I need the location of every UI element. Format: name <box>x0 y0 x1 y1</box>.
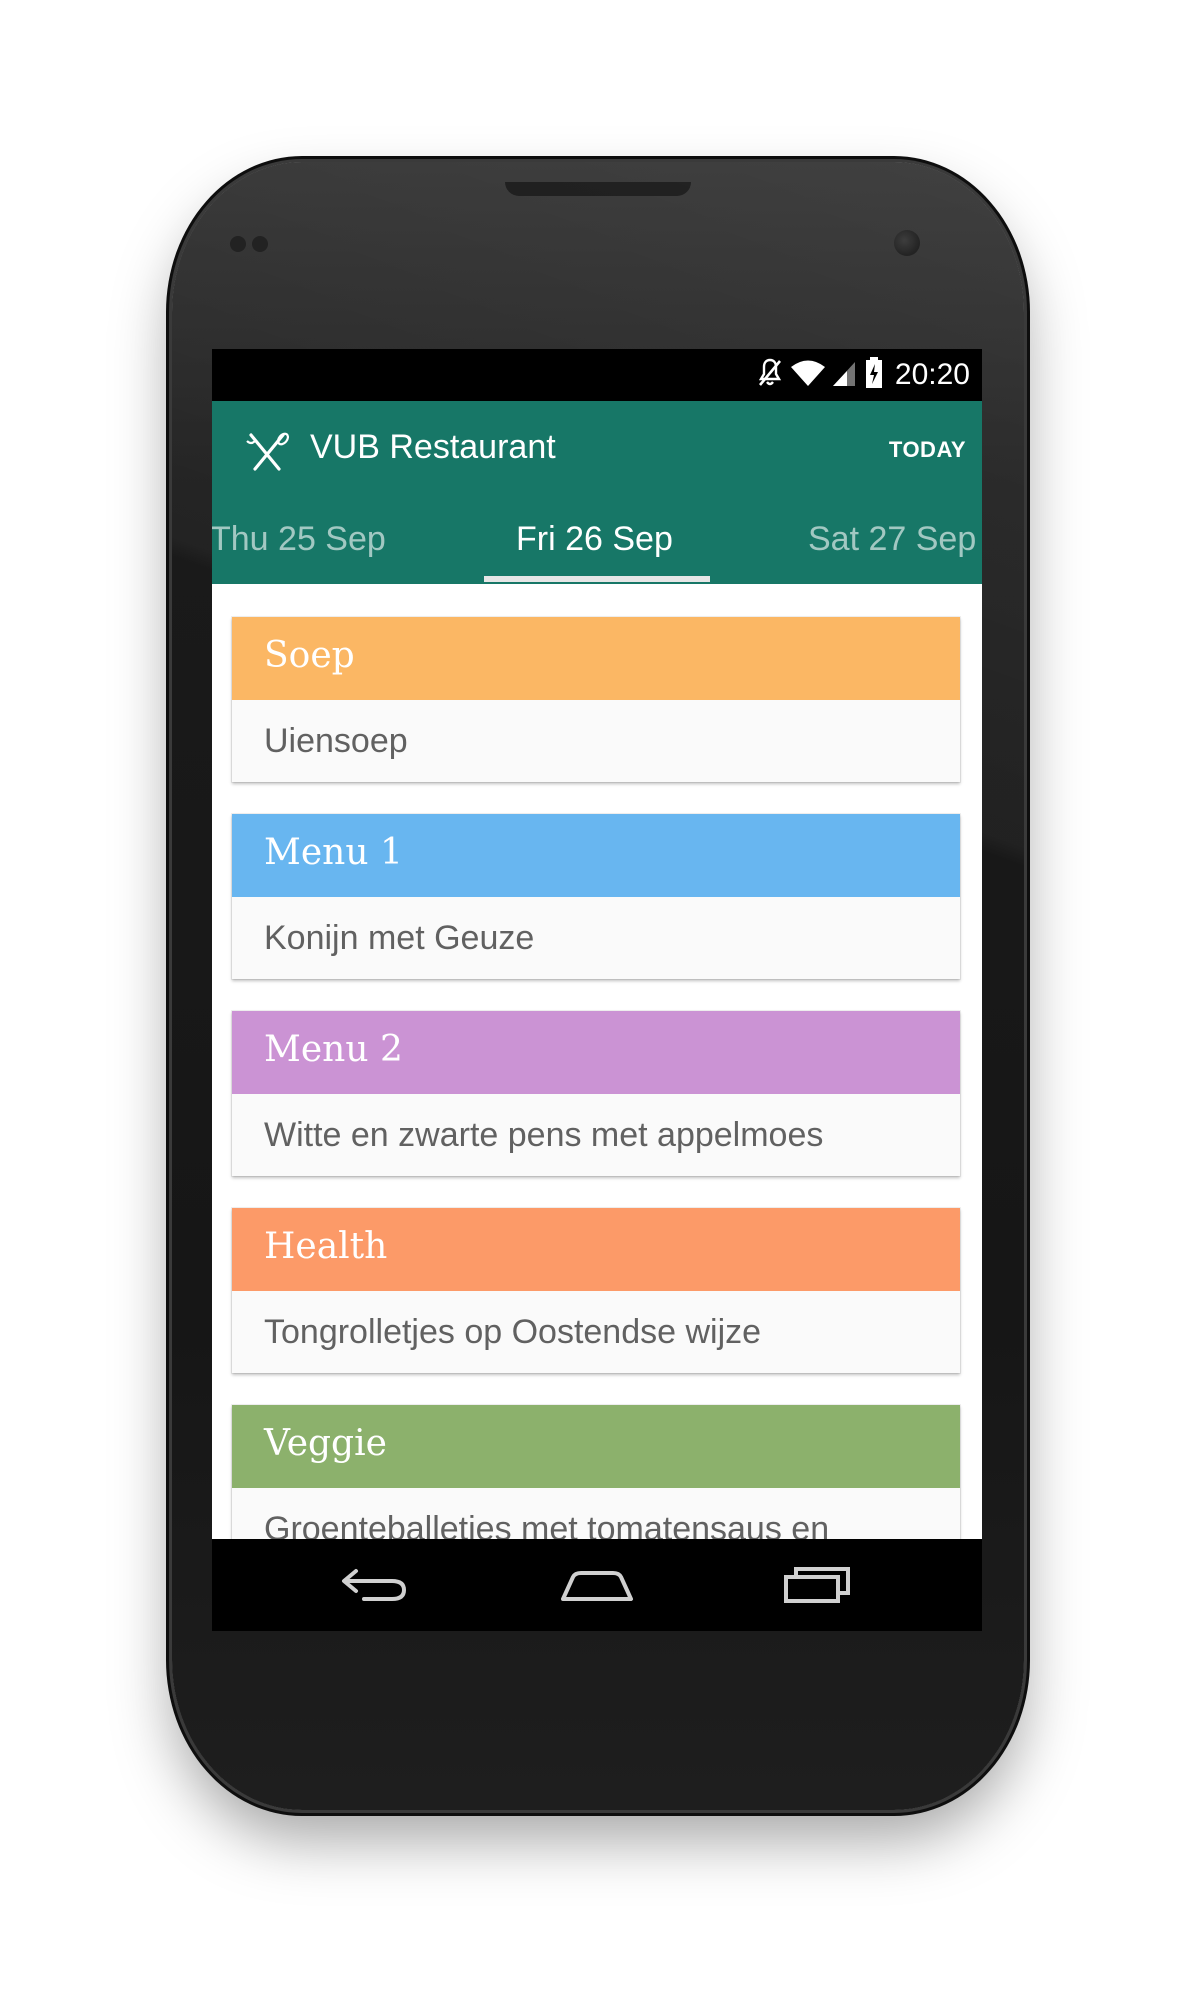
card-header: Menu 1 <box>232 814 960 897</box>
home-icon[interactable] <box>557 1559 637 1609</box>
today-button[interactable]: TODAY <box>889 437 966 463</box>
card-dish: Tongrolletjes op Oostendse wijze <box>264 1313 762 1351</box>
status-icons: 20:20 <box>757 356 970 394</box>
front-camera <box>894 230 920 256</box>
menu-card[interactable]: Health Tongrolletjes op Oostendse wijze <box>232 1208 960 1373</box>
mute-icon <box>757 357 783 394</box>
sensor-left <box>230 236 246 252</box>
sensor-right <box>252 236 268 252</box>
menu-card[interactable]: Soep Uiensoep <box>232 617 960 782</box>
recent-apps-icon[interactable] <box>778 1559 858 1609</box>
speaker-grille <box>505 182 691 196</box>
day-tabs: Thu 25 Sep Fri 26 Sep Sat 27 Sep <box>212 502 982 584</box>
card-dish: Uiensoep <box>264 722 408 760</box>
signal-icon <box>832 358 857 393</box>
card-dish: Konijn met Geuze <box>264 919 535 957</box>
card-category: Menu 2 <box>264 1029 403 1070</box>
menu-list[interactable]: Soep Uiensoep Menu 1 Konijn met Geuze Me… <box>212 584 982 1539</box>
tab-selected-day[interactable]: Fri 26 Sep <box>516 520 673 559</box>
app-title: VUB Restaurant <box>310 428 556 466</box>
menu-card[interactable]: Menu 1 Konijn met Geuze <box>232 814 960 979</box>
tab-indicator <box>484 576 710 582</box>
card-category: Health <box>264 1226 388 1267</box>
phone-screen: 20:20 VUB Restaurant TODAY Thu 25 Sep Fr… <box>212 349 982 1631</box>
card-dish: Witte en zwarte pens met appelmoes <box>264 1116 824 1154</box>
card-header: Veggie <box>232 1405 960 1488</box>
card-dish: Groenteballetjes met tomatensaus en <box>264 1510 830 1539</box>
battery-charging-icon <box>865 356 883 394</box>
menu-card[interactable]: Veggie Groenteballetjes met tomatensaus … <box>232 1405 960 1539</box>
card-header: Menu 2 <box>232 1011 960 1094</box>
card-header: Soep <box>232 617 960 700</box>
action-bar: VUB Restaurant TODAY <box>212 401 982 502</box>
cutlery-icon[interactable] <box>245 431 290 475</box>
card-category: Menu 1 <box>264 832 403 873</box>
navigation-bar <box>212 1539 982 1631</box>
tab-next-day[interactable]: Sat 27 Sep <box>808 520 976 559</box>
back-icon[interactable] <box>334 1559 414 1609</box>
wifi-icon <box>790 358 825 393</box>
status-bar: 20:20 <box>212 349 982 401</box>
status-time: 20:20 <box>894 358 970 391</box>
menu-card[interactable]: Menu 2 Witte en zwarte pens met appelmoe… <box>232 1011 960 1176</box>
card-header: Health <box>232 1208 960 1291</box>
card-category: Veggie <box>264 1423 387 1464</box>
card-category: Soep <box>264 635 355 676</box>
tab-previous-day[interactable]: Thu 25 Sep <box>212 520 386 559</box>
